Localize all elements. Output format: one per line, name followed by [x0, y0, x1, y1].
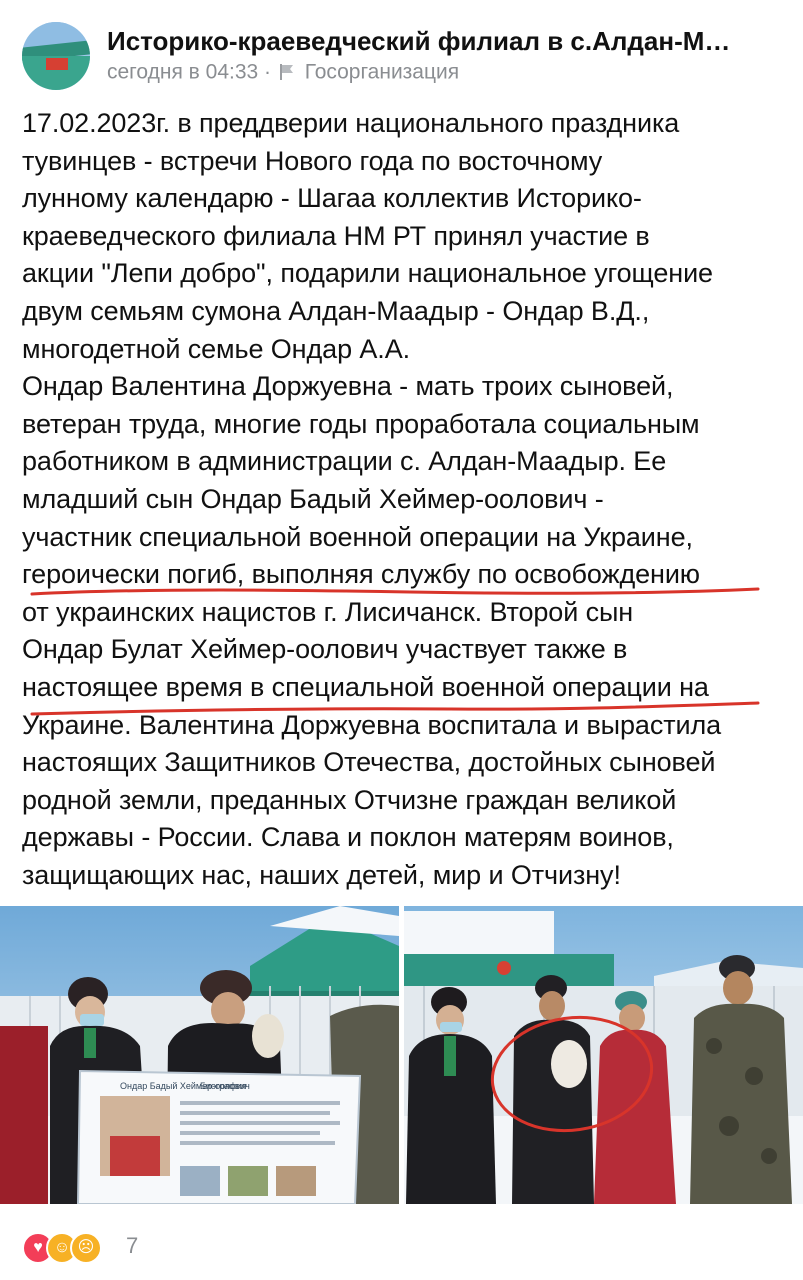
- cry-reaction-icon: ☹: [70, 1232, 102, 1264]
- photo-gallery: Ондар Бадый Хеймер-оолович Биография: [0, 906, 803, 1204]
- post-line: младший сын Ондар Бадый Хеймер-оолович -: [22, 483, 604, 514]
- post-line: Ондар Булат Хеймер-оолович участвует так…: [22, 634, 628, 665]
- red-underline-2: [30, 701, 760, 716]
- flag-icon: [279, 64, 293, 81]
- post-line: настоящих Защитников Отечества, достойны…: [22, 747, 716, 778]
- author-name[interactable]: Историко-краеведческий филиал в с.Алдан-…: [107, 26, 787, 56]
- post-line: Ондар Валентина Доржуевна - мать троих с…: [22, 371, 674, 402]
- reaction-count[interactable]: 7: [126, 1232, 138, 1260]
- post-line: державы - России. Слава и поклон матерям…: [22, 822, 674, 853]
- photo-right[interactable]: [404, 906, 803, 1204]
- post-line: краеведческого филиала НМ РТ принял учас…: [22, 220, 650, 251]
- photo-left[interactable]: Ондар Бадый Хеймер-оолович Биография: [0, 906, 399, 1204]
- meta-separator: ·: [264, 60, 272, 84]
- post-line: лунному календарю - Шагаа коллектив Исто…: [22, 183, 642, 214]
- post-line: тувинцев - встречи Нового года по восточ…: [22, 145, 603, 176]
- post-line: защищающих нас, наших детей, мир и Отчиз…: [22, 859, 621, 890]
- post-line: двум семьям сумона Алдан-Маадыр - Ондар …: [22, 295, 650, 326]
- banner-heading: Биография: [200, 1081, 247, 1091]
- post-line: работником в администрации с. Алдан-Маад…: [22, 446, 667, 477]
- post-line: ветеран труда, многие годы проработала с…: [22, 408, 700, 439]
- post-category: Госорганизация: [304, 60, 460, 84]
- post-line: акции "Лепи добро", подарили национально…: [22, 258, 713, 289]
- red-underline-1: [30, 587, 760, 596]
- post-line: 17.02.2023г. в преддверии национального …: [22, 108, 680, 138]
- post-header: Историко-краеведческий филиал в с.Алдан-…: [22, 22, 792, 90]
- post-line: многодетной семье Ондар А.А.: [22, 333, 411, 364]
- post-meta: сегодня в 04:33 · Госорганизация: [107, 59, 459, 85]
- post-line: родной земли, преданных Отчизне граждан …: [22, 784, 677, 815]
- author-avatar[interactable]: [22, 22, 90, 90]
- post-line: участник специальной военной операции на…: [22, 521, 693, 552]
- post-timestamp[interactable]: сегодня в 04:33: [107, 60, 258, 83]
- post-text: 17.02.2023г. в преддверии национального …: [22, 105, 792, 894]
